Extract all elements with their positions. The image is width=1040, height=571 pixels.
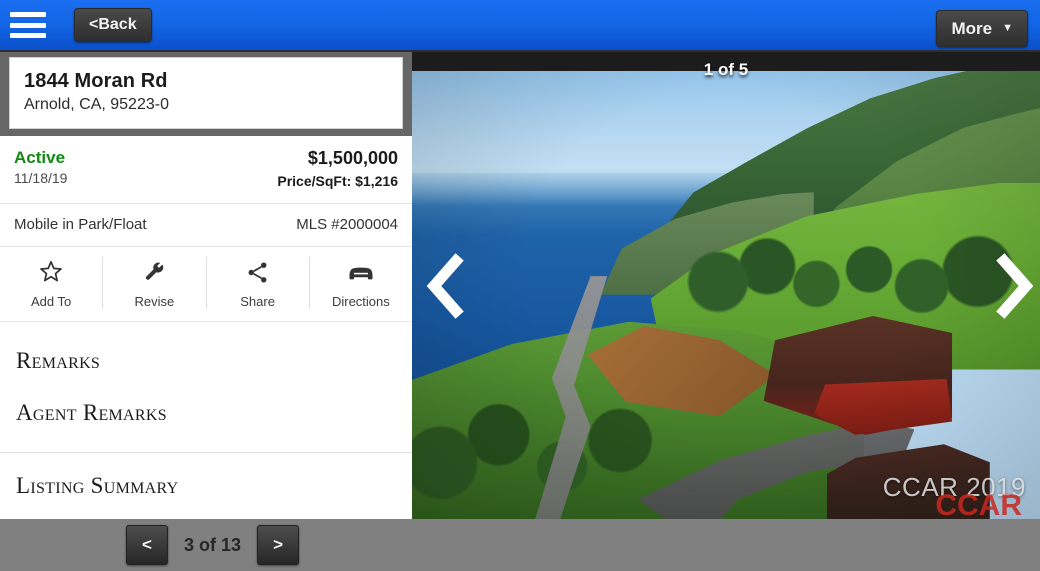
pagination-footer: < 3 of 13 >	[0, 519, 1040, 571]
mls-number: MLS #2000004	[296, 216, 398, 233]
star-outline-icon	[0, 257, 102, 287]
action-label: Revise	[134, 294, 175, 309]
status-date: 11/18/19	[14, 170, 68, 186]
listing-info-panel: 1844 Moran Rd Arnold, CA, 95223-0 Active…	[0, 52, 412, 519]
chevron-down-icon: ▼	[1002, 22, 1013, 34]
section-title: Agent Remarks	[16, 400, 167, 425]
hamburger-bar	[10, 33, 46, 38]
address-card-wrapper: 1844 Moran Rd Arnold, CA, 95223-0	[0, 52, 412, 136]
action-label: Share	[240, 294, 275, 309]
address-card[interactable]: 1844 Moran Rd Arnold, CA, 95223-0	[9, 57, 403, 129]
photo-counter: 1 of 5	[703, 60, 749, 79]
section-remarks[interactable]: Remarks	[0, 322, 412, 374]
address-street: 1844 Moran Rd	[24, 70, 168, 92]
more-button-label: More	[951, 19, 993, 38]
chevron-left-icon	[426, 252, 464, 319]
section-listing-summary[interactable]: Listing Summary	[0, 452, 412, 499]
action-share[interactable]: Share	[207, 257, 310, 309]
section-agent-remarks[interactable]: Agent Remarks	[0, 374, 412, 426]
wrench-icon	[103, 257, 205, 287]
car-icon	[310, 257, 412, 287]
photo-next-button[interactable]	[992, 252, 1036, 319]
action-revise[interactable]: Revise	[103, 257, 207, 309]
section-title: Remarks	[16, 348, 101, 373]
app-header: <Back More ▼	[0, 0, 1040, 52]
price-per-sqft: Price/SqFt: $1,216	[277, 173, 398, 189]
more-button[interactable]: More ▼	[936, 10, 1028, 47]
photo-vignette	[412, 52, 1040, 519]
hamburger-bar	[10, 22, 46, 28]
listing-photo	[412, 52, 1040, 519]
photo-prev-button[interactable]	[422, 252, 466, 319]
chevron-right-icon	[996, 252, 1034, 319]
photo-viewer[interactable]: 1 of 5 CCAR 2019 CCAR	[412, 52, 1040, 519]
photo-watermark-overlay: CCAR	[935, 489, 1022, 519]
section-title: Listing Summary	[16, 473, 179, 498]
share-nodes-icon	[207, 257, 309, 287]
action-bar: Add To Revise Share Directions	[0, 247, 412, 322]
hamburger-menu-icon[interactable]	[10, 12, 46, 38]
property-type-row: Mobile in Park/Float MLS #2000004	[0, 204, 412, 247]
prev-listing-button[interactable]: <	[126, 525, 168, 565]
next-listing-button[interactable]: >	[257, 525, 300, 565]
status-badge: Active	[14, 148, 66, 167]
status-price-row: Active 11/18/19 $1,500,000 Price/SqFt: $…	[0, 136, 412, 204]
pagination-label: 3 of 13	[184, 534, 242, 555]
pagination-controls: < 3 of 13 >	[126, 525, 300, 565]
address-city-state-zip: Arnold, CA, 95223-0	[24, 96, 169, 113]
action-directions[interactable]: Directions	[310, 257, 412, 309]
hamburger-bar	[10, 12, 46, 17]
action-label: Directions	[331, 294, 390, 309]
status-block: Active 11/18/19	[14, 148, 67, 186]
list-price: $1,500,000	[307, 148, 398, 168]
property-type: Mobile in Park/Float	[14, 216, 147, 233]
back-button[interactable]: <Back	[74, 8, 152, 42]
action-add-to[interactable]: Add To	[0, 257, 104, 309]
action-label: Add To	[31, 294, 72, 309]
price-block: $1,500,000 Price/SqFt: $1,216	[277, 148, 398, 189]
listing-detail-screen: <Back More ▼ 1844 Moran Rd Arnold, CA, 9…	[0, 0, 1040, 571]
